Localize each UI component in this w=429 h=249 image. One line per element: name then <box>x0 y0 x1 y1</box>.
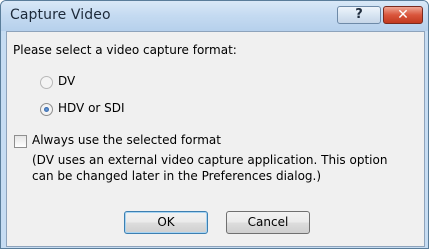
radio-hdv-sdi[interactable] <box>40 103 53 116</box>
radio-dv[interactable] <box>40 76 53 89</box>
always-use-checkbox[interactable] <box>14 135 27 148</box>
note-line-2: can be changed later in the Preferences … <box>32 169 322 183</box>
note-line-1: (DV uses an external video capture appli… <box>32 153 388 167</box>
dialog-body: Please select a video capture format: DV… <box>6 31 425 247</box>
help-button[interactable]: ? <box>337 6 381 24</box>
always-use-label[interactable]: Always use the selected format <box>32 133 221 147</box>
radio-dv-label[interactable]: DV <box>58 74 75 88</box>
radio-hdv-sdi-label[interactable]: HDV or SDI <box>58 101 125 115</box>
cancel-button[interactable]: Cancel <box>226 211 310 234</box>
close-button[interactable]: ✕ <box>383 6 423 24</box>
close-icon: ✕ <box>397 7 409 23</box>
window-title: Capture Video <box>10 7 111 23</box>
capture-video-dialog: Capture Video ? ✕ Please select a video … <box>0 0 429 249</box>
title-bar[interactable]: Capture Video ? ✕ <box>1 1 428 31</box>
ok-button[interactable]: OK <box>124 211 208 234</box>
help-icon: ? <box>355 7 363 22</box>
format-prompt: Please select a video capture format: <box>13 43 237 57</box>
